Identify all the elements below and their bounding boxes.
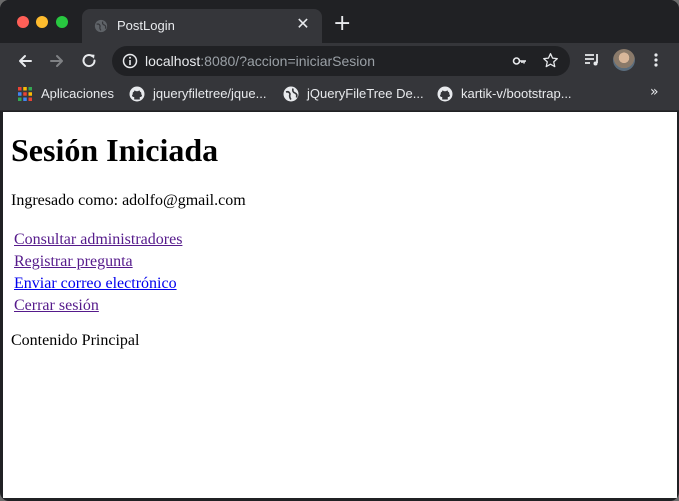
window-close-button[interactable] <box>17 16 29 28</box>
kebab-menu-icon[interactable] <box>649 51 663 69</box>
window-minimize-button[interactable] <box>36 16 48 28</box>
reload-icon[interactable] <box>79 51 99 71</box>
bookmark-star-icon[interactable] <box>542 52 559 69</box>
link-registrar-pregunta[interactable]: Registrar pregunta <box>14 251 182 273</box>
bookmark-label: kartik-v/bootstrap... <box>461 86 572 101</box>
tab-postlogin[interactable]: PostLogin ✕ <box>82 9 322 43</box>
url-host: localhost <box>145 53 201 69</box>
link-enviar-correo[interactable]: Enviar correo electrónico <box>14 273 182 295</box>
profile-avatar[interactable] <box>613 49 635 71</box>
tab-close-icon[interactable]: ✕ <box>295 17 311 33</box>
nav-links: Consultar administradores Registrar preg… <box>14 229 182 317</box>
page-title: Sesión Iniciada <box>11 132 219 168</box>
page-viewport: Sesión Iniciada Ingresado como: adolfo@g… <box>3 112 677 498</box>
url-path: :8080/?accion=iniciarSesion <box>200 53 375 69</box>
window-maximize-button[interactable] <box>56 16 68 28</box>
github-icon <box>437 86 453 102</box>
tab-strip: PostLogin ✕ + <box>0 0 679 43</box>
back-arrow-icon[interactable] <box>15 51 35 71</box>
link-cerrar-sesion[interactable]: Cerrar sesión <box>14 295 182 317</box>
new-tab-plus-icon[interactable]: + <box>333 13 351 35</box>
forward-arrow-icon[interactable] <box>47 51 67 71</box>
bookmark-label: jQueryFileTree De... <box>307 86 424 101</box>
apps-grid-icon <box>17 86 33 102</box>
info-icon[interactable] <box>122 53 138 69</box>
globe-icon <box>283 86 299 102</box>
main-content-text: Contenido Principal <box>11 332 140 349</box>
link-consultar-administradores[interactable]: Consultar administradores <box>14 229 182 251</box>
key-icon[interactable] <box>512 53 528 69</box>
logged-in-user-text: Ingresado como: adolfo@gmail.com <box>11 192 246 209</box>
browser-window: PostLogin ✕ + localhost:8080/?accion=ini… <box>0 0 679 501</box>
globe-icon <box>94 19 108 33</box>
media-queue-icon[interactable] <box>583 51 601 69</box>
bookmarks-bar: Aplicaciones jqueryfiletree/jque... jQue… <box>0 78 679 111</box>
tab-title: PostLogin <box>117 18 175 33</box>
bookmarks-overflow-chevron-icon[interactable]: » <box>650 84 659 100</box>
bookmark-label: Aplicaciones <box>41 86 114 101</box>
github-icon <box>129 86 145 102</box>
bookmark-label: jqueryfiletree/jque... <box>153 86 267 101</box>
address-bar[interactable]: localhost:8080/?accion=iniciarSesion <box>112 46 570 76</box>
url-text[interactable]: localhost:8080/?accion=iniciarSesion <box>145 53 375 69</box>
navigation-toolbar: localhost:8080/?accion=iniciarSesion <box>0 43 679 78</box>
